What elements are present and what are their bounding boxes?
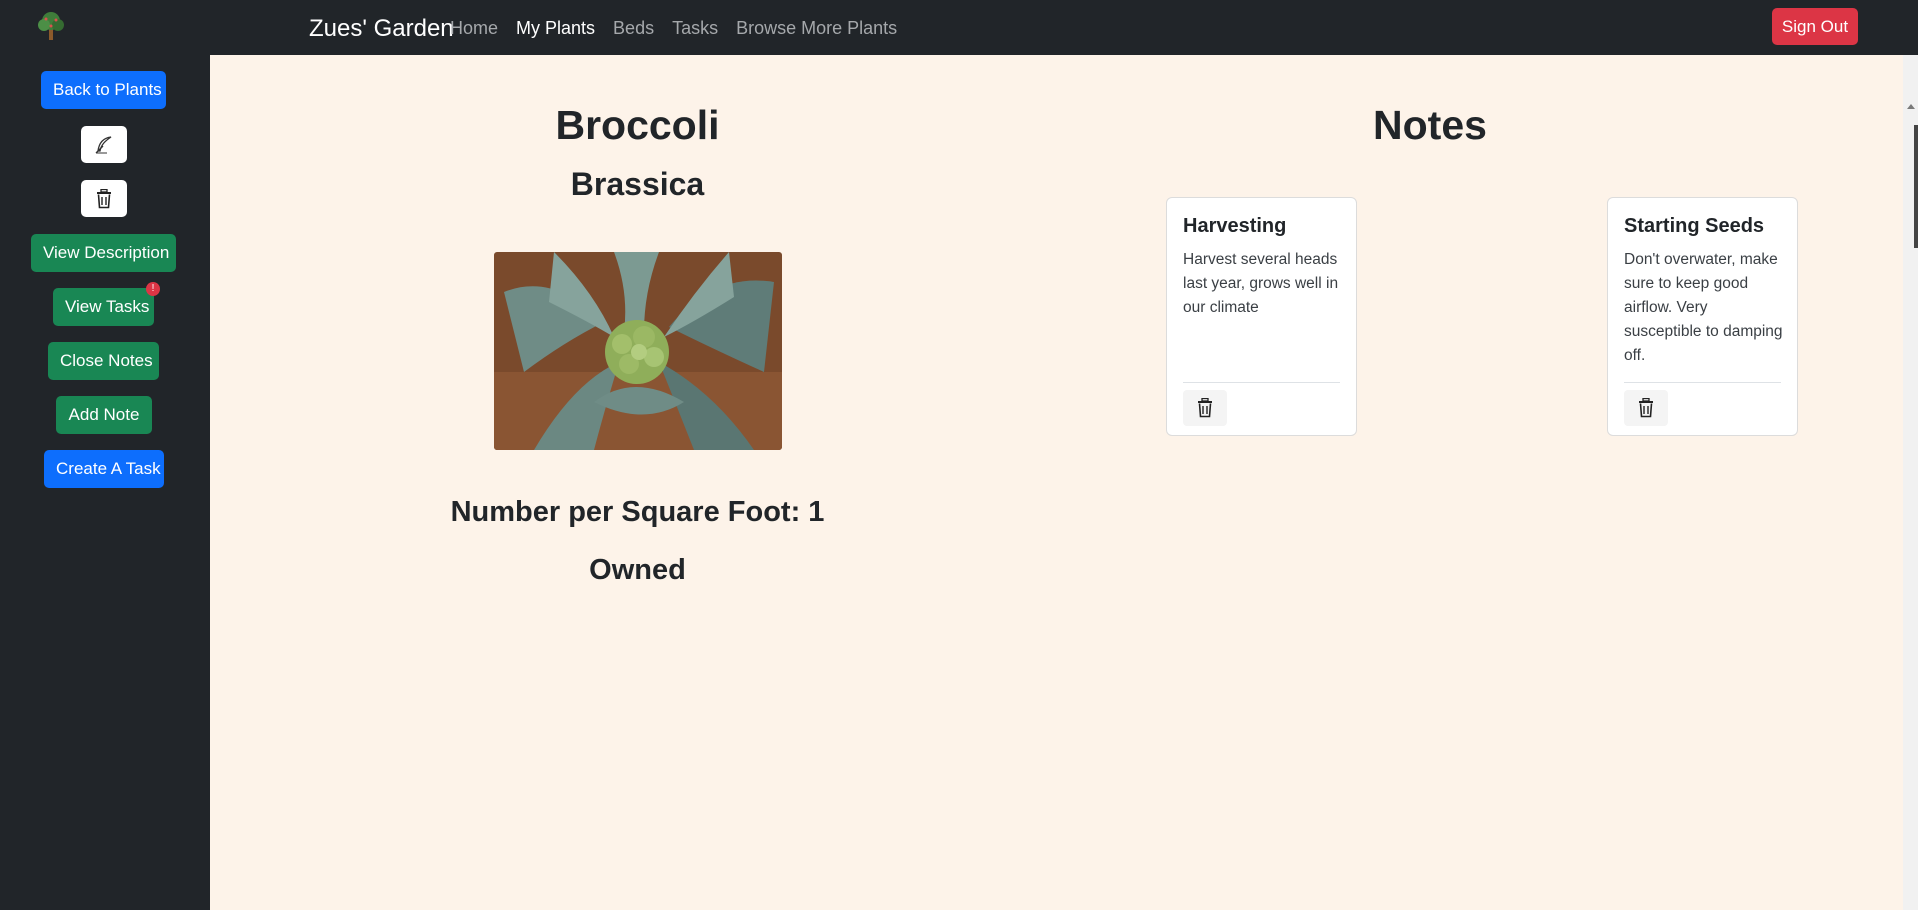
notes-heading: Notes: [1373, 102, 1487, 148]
plant-family: Brassica: [570, 166, 705, 202]
vertical-scrollbar[interactable]: [1903, 55, 1918, 910]
delete-plant-button[interactable]: [81, 180, 127, 217]
note-body: Don't overwater, make sure to keep good …: [1624, 251, 1783, 364]
note-title: Harvesting: [1183, 215, 1287, 237]
feather-pen-icon: [95, 135, 112, 153]
scroll-thumb[interactable]: [1914, 125, 1918, 248]
main-content: Broccoli Brassica Number per Square Foot…: [210, 55, 1918, 910]
delete-note-button[interactable]: [1183, 390, 1227, 426]
nav-tasks[interactable]: Tasks: [672, 17, 718, 39]
trash-icon: [1198, 398, 1212, 418]
plant-image: [494, 252, 782, 450]
note-card: Starting Seeds Don't overwater, make sur…: [1607, 197, 1798, 436]
back-to-plants-button[interactable]: Back to Plants: [41, 71, 166, 109]
divider: [1624, 382, 1781, 383]
sign-out-button[interactable]: Sign Out: [1772, 8, 1858, 45]
scroll-up-arrow-icon[interactable]: [1907, 104, 1915, 109]
view-tasks-label: View Tasks: [65, 297, 150, 316]
tasks-alert-badge: !: [146, 282, 160, 296]
nav-browse-more-plants[interactable]: Browse More Plants: [736, 17, 897, 39]
trash-icon: [1639, 398, 1653, 418]
divider: [1183, 382, 1340, 383]
view-description-button[interactable]: View Description: [31, 234, 176, 272]
nav-home[interactable]: Home: [450, 17, 498, 39]
plant-owned-status: Owned: [589, 554, 686, 586]
sidebar: Back to Plants View Description View Tas…: [0, 55, 210, 910]
note-title: Starting Seeds: [1624, 215, 1765, 237]
brand-link[interactable]: Zues' Garden: [309, 15, 454, 43]
note-body: Harvest several heads last year, grows w…: [1183, 251, 1339, 316]
nav-my-plants[interactable]: My Plants: [516, 17, 595, 39]
tree-icon[interactable]: [34, 9, 68, 43]
plant-name: Broccoli: [555, 102, 720, 148]
nav-links: Home My Plants Beds Tasks Browse More Pl…: [450, 17, 915, 39]
plant-spacing: Number per Square Foot: 1: [450, 496, 825, 528]
view-tasks-wrapper: View Tasks !: [53, 282, 160, 326]
create-task-button[interactable]: Create A Task: [44, 450, 164, 488]
nav-beds[interactable]: Beds: [613, 17, 654, 39]
note-card: Harvesting Harvest several heads last ye…: [1166, 197, 1357, 436]
trash-icon: [97, 188, 111, 208]
delete-note-button[interactable]: [1624, 390, 1668, 426]
top-navbar: Zues' Garden Home My Plants Beds Tasks B…: [0, 0, 1918, 55]
view-tasks-button[interactable]: View Tasks: [53, 288, 154, 326]
add-note-button[interactable]: Add Note: [56, 396, 152, 434]
edit-plant-button[interactable]: [81, 126, 127, 163]
close-notes-button[interactable]: Close Notes: [48, 342, 159, 380]
